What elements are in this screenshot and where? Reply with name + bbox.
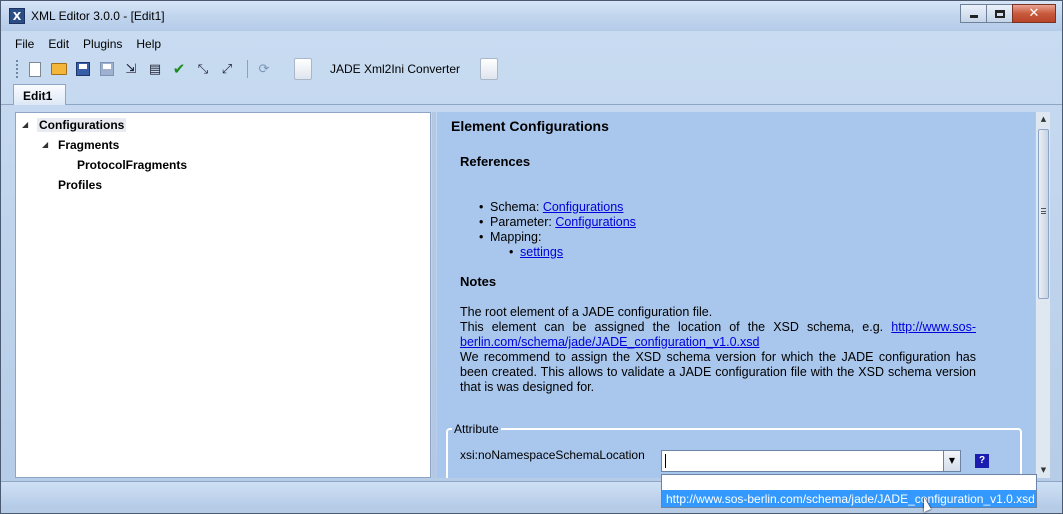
tab-edit1[interactable]: Edit1 xyxy=(13,84,66,105)
notes-heading: Notes xyxy=(460,274,497,289)
window-title: XML Editor 3.0.0 - [Edit1] xyxy=(31,9,165,23)
save-icon xyxy=(76,62,90,76)
menu-plugins[interactable]: Plugins xyxy=(76,34,129,54)
parameter-link[interactable]: Configurations xyxy=(555,215,636,229)
tree-node-fragments[interactable]: ◢ Fragments xyxy=(42,136,121,154)
notes-line: This element can be assigned the locatio… xyxy=(460,320,976,349)
save-all-icon xyxy=(100,62,114,76)
reference-schema: Schema: Configurations xyxy=(460,200,636,215)
reference-parameter: Parameter: Configurations xyxy=(460,215,636,230)
collapse-button[interactable]: ⤢ xyxy=(217,59,237,79)
maximize-button[interactable] xyxy=(986,4,1013,23)
collapse-icon: ⤢ xyxy=(221,61,233,77)
menu-file[interactable]: File xyxy=(8,34,41,54)
scrollbar-thumb[interactable] xyxy=(1038,129,1049,299)
tree-node-protocolfragments[interactable]: ProtocolFragments xyxy=(75,156,189,174)
page-icon-2[interactable] xyxy=(480,58,499,80)
refresh-button[interactable]: ⟳ xyxy=(254,59,274,79)
mouse-cursor-icon xyxy=(924,497,931,512)
tree-node-label: Configurations xyxy=(37,118,127,132)
toolbar: ⇲ ▤ ✔ ⤡ ⤢ ⟳ JADE Xml2Ini Converter xyxy=(16,57,512,81)
element-title: Element Configurations xyxy=(451,118,609,134)
save-all-button[interactable] xyxy=(97,59,117,79)
scroll-up-icon[interactable]: ▲ xyxy=(1036,112,1051,127)
reference-mapping: Mapping: xyxy=(460,230,636,245)
reference-label: Schema: xyxy=(490,200,540,214)
tree-node-label: Profiles xyxy=(58,178,103,192)
grip-icon xyxy=(1041,208,1046,214)
minimize-button[interactable] xyxy=(960,4,987,23)
reference-mapping-settings: settings xyxy=(460,245,636,260)
help-button[interactable]: ? xyxy=(975,454,989,468)
dropdown-list: http://www.sos-berlin.com/schema/jade/JA… xyxy=(661,474,1037,508)
refresh-icon: ⟳ xyxy=(258,61,270,77)
reference-label: Mapping: xyxy=(490,230,542,244)
attribute-legend: Attribute xyxy=(452,422,501,436)
schema-link[interactable]: Configurations xyxy=(543,200,624,214)
new-document-button[interactable] xyxy=(25,59,45,79)
menu-bar: File Edit Plugins Help xyxy=(8,34,168,54)
toolbar-separator xyxy=(247,60,248,78)
preview-button[interactable]: ▤ xyxy=(145,59,165,79)
close-button[interactable]: ✕ xyxy=(1012,4,1056,23)
reference-label: Parameter: xyxy=(490,215,552,229)
tree-node-label: Fragments xyxy=(58,138,120,152)
collapse-arrow-icon[interactable]: ◢ xyxy=(22,116,32,134)
menu-help[interactable]: Help xyxy=(129,34,168,54)
page-icon[interactable] xyxy=(294,58,312,80)
notes-text: The root element of a JADE configuration… xyxy=(460,305,976,395)
dropdown-option[interactable]: http://www.sos-berlin.com/schema/jade/JA… xyxy=(662,490,1036,507)
import-button[interactable]: ⇲ xyxy=(121,59,141,79)
vertical-scrollbar[interactable]: ▲ ▼ xyxy=(1035,112,1050,478)
menu-edit[interactable]: Edit xyxy=(41,34,76,54)
notes-line: The root element of a JADE configuration… xyxy=(460,305,713,319)
open-folder-icon xyxy=(51,63,67,75)
expand-icon: ⤡ xyxy=(197,61,209,77)
app-window: X XML Editor 3.0.0 - [Edit1] ✕ File Edit… xyxy=(0,0,1063,514)
jade-converter-button[interactable]: JADE Xml2Ini Converter xyxy=(326,62,464,76)
title-bar[interactable]: X XML Editor 3.0.0 - [Edit1] ✕ xyxy=(1,1,1062,31)
notes-line: We recommend to assign the XSD schema ve… xyxy=(460,350,976,394)
new-document-icon xyxy=(29,61,41,77)
tree-node-profiles[interactable]: Profiles xyxy=(56,176,104,194)
scroll-down-icon[interactable]: ▼ xyxy=(1036,463,1051,478)
tree-node-configurations[interactable]: ◢ Configurations xyxy=(22,116,127,134)
minimize-icon xyxy=(969,15,978,18)
expand-button[interactable]: ⤡ xyxy=(193,59,213,79)
attribute-value-combobox[interactable]: ▼ xyxy=(661,450,961,472)
detail-panel: Element Configurations References Schema… xyxy=(437,112,1035,478)
element-tree: ◢ Configurations ◢ Fragments ProtocolFra… xyxy=(15,112,431,478)
window-controls: ✕ xyxy=(960,4,1056,23)
validate-icon: ✔ xyxy=(172,60,186,78)
validate-button[interactable]: ✔ xyxy=(169,59,189,79)
attribute-name-label: xsi:noNamespaceSchemaLocation xyxy=(460,448,645,462)
maximize-icon xyxy=(994,9,1005,18)
open-button[interactable] xyxy=(49,59,69,79)
chevron-down-icon[interactable]: ▼ xyxy=(943,451,960,471)
references-list: Schema: Configurations Parameter: Config… xyxy=(460,200,636,260)
close-icon: ✕ xyxy=(1028,6,1040,21)
toolbar-grip[interactable] xyxy=(16,60,19,78)
save-button[interactable] xyxy=(73,59,93,79)
settings-link[interactable]: settings xyxy=(520,245,563,259)
import-icon: ⇲ xyxy=(125,61,137,77)
tree-node-label: ProtocolFragments xyxy=(77,158,188,172)
text-caret xyxy=(665,454,666,468)
preview-icon: ▤ xyxy=(148,61,162,77)
tab-strip: Edit1 xyxy=(1,83,1062,105)
panel-splitter[interactable] xyxy=(432,112,436,478)
collapse-arrow-icon[interactable]: ◢ xyxy=(42,136,52,154)
references-heading: References xyxy=(460,154,531,169)
app-icon[interactable]: X xyxy=(9,8,25,24)
